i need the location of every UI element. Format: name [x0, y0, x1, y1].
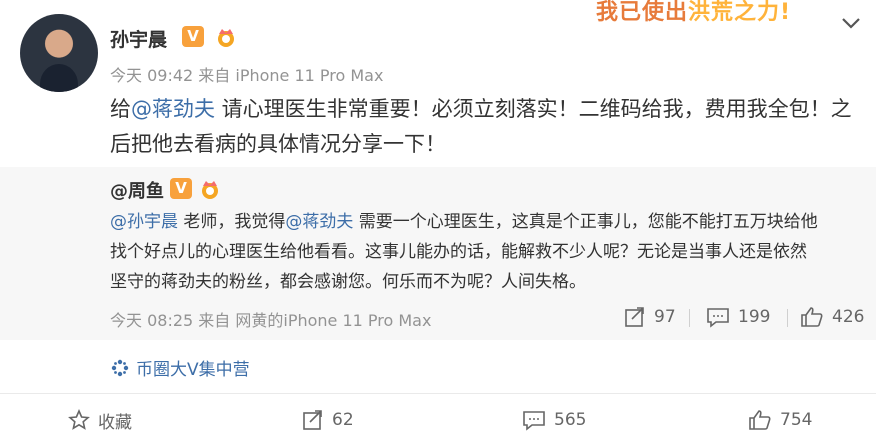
promo-banner: 我已使出洪荒之力! [596, 0, 791, 26]
post-text: 给@蒋劲夫 请心理医生非常重要！必须立刻落实！二维码给我，费用我全包！之 后把他… [110, 92, 854, 162]
repost-text-line2: 找个好点儿的心理医生给他看看。这事儿能办的话，能解救不少人呢？无论是当事人还是依… [110, 242, 807, 262]
post-text-line1: 请心理医生非常重要！必须立刻落实！二维码给我，费用我全包！之 [215, 97, 852, 121]
banner-text-b: 洪荒之力! [688, 0, 792, 25]
post-meta: 今天 09:42 来自 iPhone 11 Pro Max [110, 66, 384, 85]
divider [787, 309, 788, 327]
sparkle-icon [111, 359, 129, 376]
divider [0, 393, 876, 394]
repost-comment-button[interactable]: 199 [706, 305, 770, 329]
repost-icon [625, 307, 644, 327]
mention-link[interactable]: @孙宇晨 [110, 212, 178, 232]
like-button[interactable]: 754 [748, 408, 812, 432]
comment-icon [707, 308, 729, 328]
like-icon [801, 307, 823, 327]
v-badge-icon: V [182, 26, 204, 47]
repost-text-line3: 坚守的蒋劲夫的粉丝，都会感谢您。何乐而不为呢？人间失格。 [110, 272, 586, 292]
avatar[interactable] [20, 14, 98, 92]
repost-count: 62 [332, 410, 354, 430]
star-icon [68, 409, 90, 430]
repost-username[interactable]: @周鱼 [110, 177, 164, 203]
banner-text-a: 我已使出 [596, 0, 689, 25]
source-label: 币圈大V集中营 [136, 360, 250, 380]
crown-icon [202, 181, 218, 199]
divider [689, 309, 690, 327]
repost-like-button[interactable]: 426 [800, 305, 864, 329]
repost-text: @孙宇晨 老师，我觉得@蒋劲夫 需要一个心理医生，这真是个正事儿，您能不能打五万… [110, 207, 866, 297]
comment-button[interactable]: 565 [522, 408, 586, 432]
mention-link[interactable]: @蒋劲夫 [285, 212, 353, 232]
crown-icon [218, 29, 234, 47]
post-text-line2: 后把他去看病的具体情况分享一下！ [110, 132, 446, 156]
repost-like-count: 426 [832, 307, 865, 327]
comment-count: 565 [554, 410, 587, 430]
source-link[interactable]: 币圈大V集中营 [110, 355, 250, 380]
like-count: 754 [780, 410, 813, 430]
repost-comment-count: 199 [738, 307, 771, 327]
favorite-label: 收藏 [98, 412, 132, 433]
v-badge-icon: V [170, 178, 192, 199]
comment-icon [523, 411, 545, 431]
mention-link[interactable]: @蒋劲夫 [131, 97, 215, 121]
repost-meta: 今天 08:25 来自 网黄的iPhone 11 Pro Max [110, 311, 432, 330]
repost-block: @周鱼 V @孙宇晨 老师，我觉得@蒋劲夫 需要一个心理医生，这真是个正事儿，您… [0, 167, 876, 340]
like-icon [749, 410, 771, 430]
favorite-button[interactable]: 收藏 [68, 408, 132, 433]
chevron-down-icon[interactable] [838, 10, 864, 36]
repost-button[interactable]: 62 [302, 408, 354, 432]
post-username[interactable]: 孙宇晨 [110, 25, 167, 52]
repost-repost-count: 97 [654, 307, 676, 327]
repost-text-a: 老师，我觉得 [178, 212, 286, 232]
repost-icon [303, 410, 322, 430]
post-text-prefix: 给 [110, 97, 131, 121]
repost-text-b: 需要一个心理医生，这真是个正事儿，您能不能打五万块给他 [353, 212, 818, 232]
weibo-post-card: 我已使出洪荒之力! 孙宇晨 V 今天 09:42 来自 iPhone 11 Pr… [0, 0, 876, 448]
repost-repost-button[interactable]: 97 [624, 305, 676, 329]
